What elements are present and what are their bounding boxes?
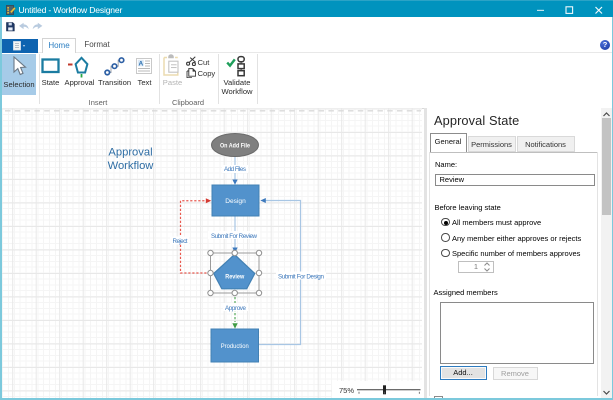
svg-text:Add Files: Add Files — [224, 166, 246, 173]
svg-text:Design: Design — [225, 198, 246, 205]
svg-text:On Add File: On Add File — [220, 143, 250, 150]
svg-text:Submit For Design: Submit For Design — [278, 273, 325, 280]
svg-text:Approval: Approval — [108, 147, 152, 159]
svg-text:Submit For Review: Submit For Review — [211, 233, 258, 240]
svg-text:Review: Review — [225, 274, 244, 281]
svg-text:Workflow: Workflow — [108, 160, 155, 172]
svg-text:Reject: Reject — [173, 238, 188, 245]
svg-text:A: A — [138, 60, 143, 67]
svg-text:Production: Production — [221, 343, 249, 350]
svg-text:Approve: Approve — [225, 305, 247, 312]
svg-text:75%: 75% — [339, 386, 354, 395]
